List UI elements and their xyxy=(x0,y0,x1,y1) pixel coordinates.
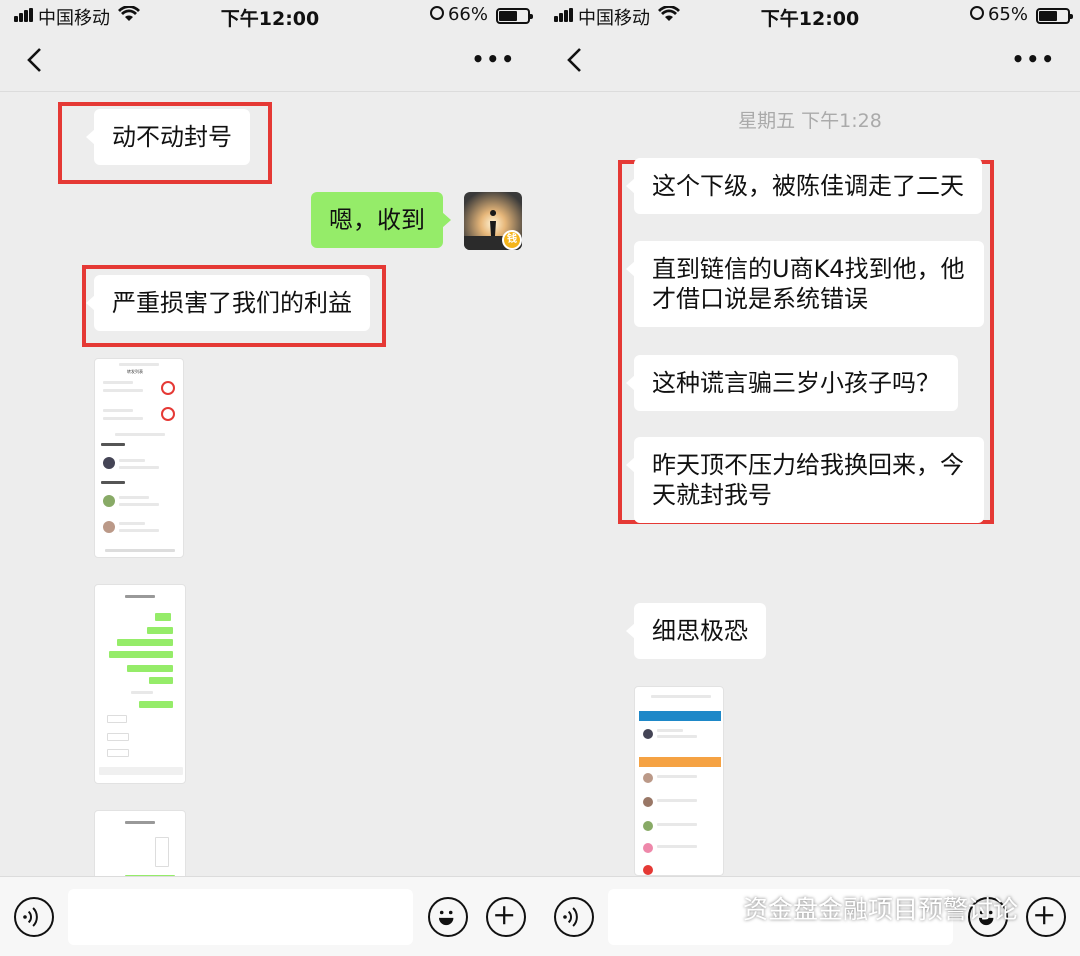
coin-badge-icon: 钱 xyxy=(502,230,522,250)
battery-icon xyxy=(1036,8,1073,24)
message-bubble: 细思极恐 xyxy=(626,603,766,659)
lock-rotation-icon xyxy=(430,6,444,20)
message-input[interactable] xyxy=(68,889,413,945)
status-bar: 中国移动 下午12:00 65% xyxy=(540,0,1080,30)
emoji-icon[interactable] xyxy=(428,897,468,937)
screenshot-composite: 中国移动 下午12:00 66% ••• 动不动封号 嗯，收到 钱 严重损害了我… xyxy=(0,0,1080,956)
battery-percent: 66% xyxy=(447,4,488,25)
message-bubble: 这种谎言骗三岁小孩子吗？ xyxy=(626,355,958,411)
status-bar: 中国移动 下午12:00 66% xyxy=(0,0,540,30)
more-icon[interactable]: ••• xyxy=(472,49,516,69)
more-icon[interactable]: ••• xyxy=(1012,49,1056,69)
battery-icon xyxy=(496,8,533,24)
message-bubble: 直到链信的U商K4找到他，他 才借口说是系统错误 xyxy=(626,241,984,327)
image-message[interactable] xyxy=(634,686,724,876)
image-message[interactable] xyxy=(94,584,186,784)
back-icon[interactable] xyxy=(562,46,590,74)
message-bubble: 这个下级，被陈佳调走了二天 xyxy=(626,158,982,214)
right-phone-screen: 中国移动 下午12:00 65% ••• 星期五 下午1:28 这个下级，被陈佳… xyxy=(540,0,1080,956)
watermark: 资金盘金融项目预警讨论 xyxy=(705,890,1018,926)
lock-rotation-icon xyxy=(970,6,984,20)
message-bubble: 严重损害了我们的利益 xyxy=(86,275,370,331)
message-bubble: 昨天顶不压力给我换回来，今 天就封我号 xyxy=(626,437,984,523)
plus-icon[interactable] xyxy=(1026,897,1066,937)
image-message[interactable]: 转发列表 xyxy=(94,358,184,558)
message-bubble: 动不动封号 xyxy=(86,109,250,165)
message-timestamp: 星期五 下午1:28 xyxy=(738,110,882,132)
left-phone-screen: 中国移动 下午12:00 66% ••• 动不动封号 嗯，收到 钱 严重损害了我… xyxy=(0,0,540,956)
watermark-text: 资金盘金融项目预警讨论 xyxy=(743,895,1019,924)
message-line: 才借口说是系统错误 xyxy=(652,285,868,313)
voice-icon[interactable] xyxy=(14,897,54,937)
back-icon[interactable] xyxy=(22,46,50,74)
message-bubble-self: 嗯，收到 xyxy=(311,192,451,248)
wechat-logo-icon xyxy=(705,898,734,920)
battery-percent: 65% xyxy=(987,4,1028,25)
chat-header: ••• xyxy=(0,30,540,92)
message-input-bar xyxy=(0,876,540,956)
voice-icon[interactable] xyxy=(554,897,594,937)
message-line: 昨天顶不压力给我换回来，今 xyxy=(652,451,964,479)
plus-icon[interactable] xyxy=(486,897,526,937)
message-line: 天就封我号 xyxy=(652,481,772,509)
chat-header: ••• xyxy=(540,30,1080,92)
message-line: 直到链信的U商K4找到他，他 xyxy=(652,255,965,283)
